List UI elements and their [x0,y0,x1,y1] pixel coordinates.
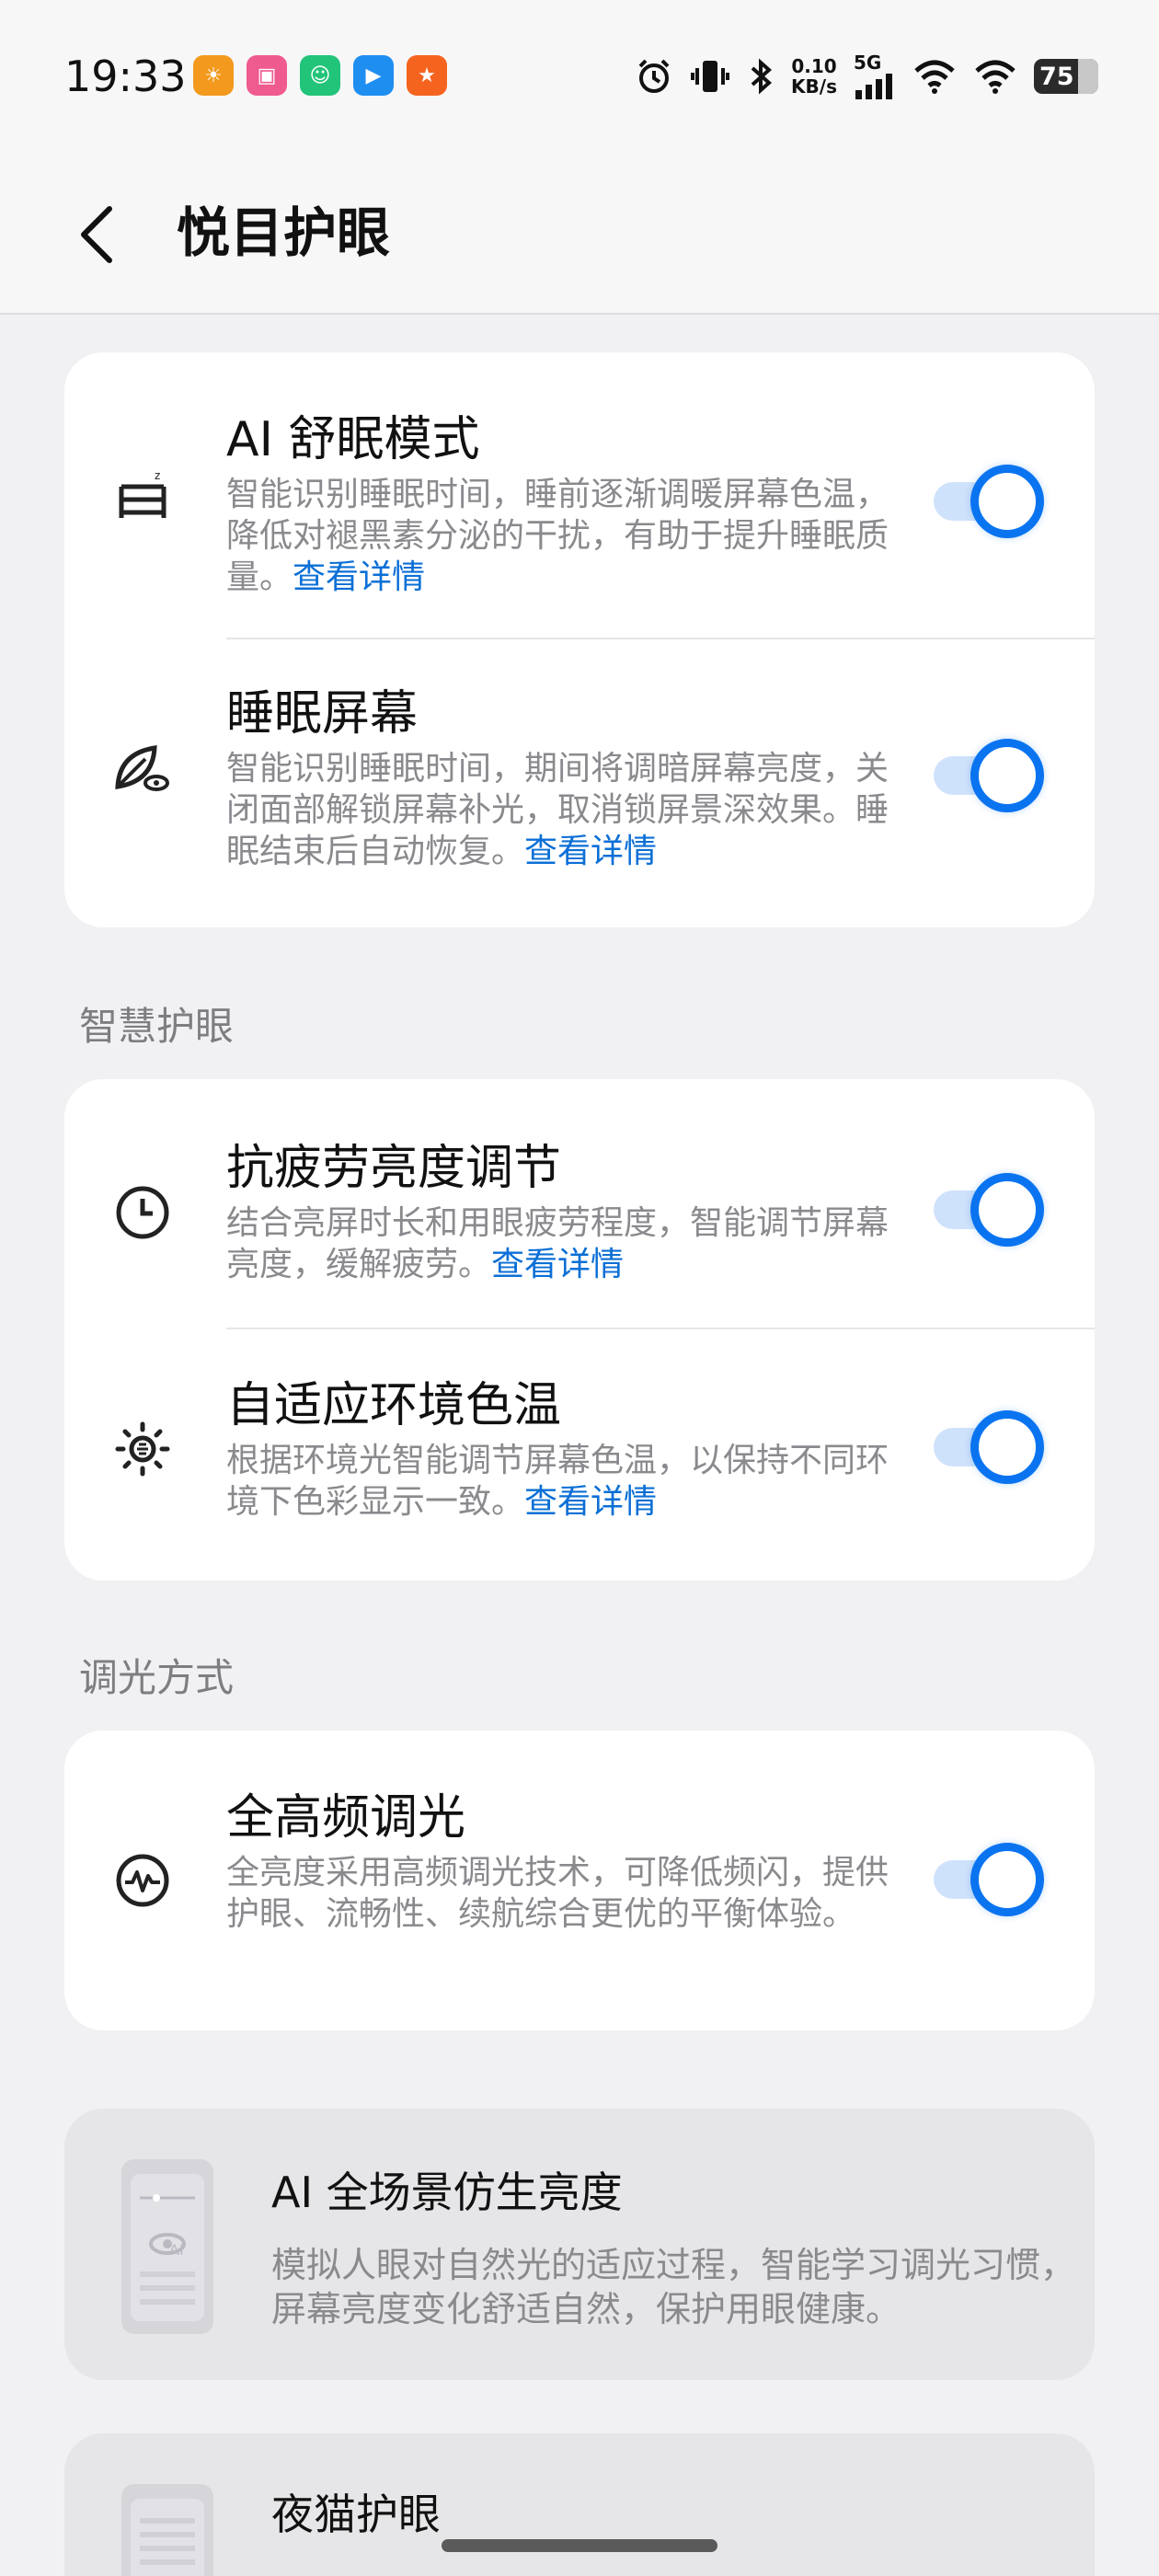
status-time: 19:33 [64,52,187,101]
sleep-screen-title: 睡眠屏幕 [226,686,419,742]
adaptive-color-temp-title: 自适应环境色温 [226,1378,562,1433]
ai-sleep-mode-desc: 智能识别睡眠时间，睡前逐渐调暖屏幕色温，降低对褪黑素分泌的干扰，有助于提升睡眠质… [226,474,907,598]
svg-text:AI: AI [169,2241,184,2259]
ai-sleep-mode-toggle[interactable] [924,465,1044,538]
dimming-method-card: 全高频调光 全亮度采用高频调光技术，可降低频闪，提供护眼、流畅性、续航综合更优的… [64,1731,1095,2030]
ai-sleep-mode-details-link[interactable]: 查看详情 [293,558,425,596]
clock-icon [110,1180,175,1245]
ai-bionic-brightness-card[interactable]: AI AI 全场景仿生亮度 模拟人眼对自然光的适应过程，智能学习调光习惯，屏幕亮… [64,2109,1095,2380]
section-smart-eye-care: 智慧护眼 [79,1004,235,1049]
night-owl-eye-care-card[interactable]: 夜猫护眼 [64,2433,1095,2576]
leaf-eye-icon [110,737,175,801]
bluetooth-icon [751,58,773,95]
high-freq-dimming-row[interactable]: 全高频调光 全亮度采用高频调光技术，可降低频闪，提供护眼、流畅性、续航综合更优的… [64,1731,1095,2030]
wifi-icon [914,60,955,94]
network-type: 5G [854,52,882,74]
ai-sleep-mode-row[interactable]: z AI 舒眠模式 智能识别睡眠时间，睡前逐渐调暖屏幕色温，降低对褪黑素分泌的干… [64,352,1095,638]
chevron-left-icon [81,206,112,263]
anti-fatigue-desc: 结合亮屏时长和用眼疲劳程度，智能调节屏幕亮度，缓解疲劳。查看详情 [226,1202,907,1285]
ai-bionic-brightness-desc: 模拟人眼对自然光的适应过程，智能学习调光习惯，屏幕亮度变化舒适自然，保护用眼健康… [271,2245,1076,2329]
home-indicator[interactable] [442,2539,717,2552]
page-title: 悦目护眼 [177,201,391,264]
net-speed-unit: KB/s [791,75,837,98]
adaptive-color-temp-row[interactable]: 自适应环境色温 根据环境光智能调节屏幕色温，以保持不同环境下色彩显示一致。查看详… [64,1329,1095,1578]
adaptive-color-temp-details-link[interactable]: 查看详情 [524,1483,657,1521]
anti-fatigue-title: 抗疲劳亮度调节 [226,1141,562,1196]
anti-fatigue-toggle[interactable] [924,1173,1044,1247]
adaptive-color-temp-toggle[interactable] [924,1410,1044,1484]
cellular-signal: 5G [854,53,896,99]
pulse-icon [110,1848,175,1913]
anti-fatigue-row[interactable]: 抗疲劳亮度调节 结合亮屏时长和用眼疲劳程度，智能调节屏幕亮度，缓解疲劳。查看详情 [64,1079,1095,1328]
ai-sleep-mode-title: AI 舒眠模式 [226,412,480,467]
blue-app-icon: ▶ [353,55,394,96]
sleep-screen-toggle[interactable] [924,739,1044,812]
adaptive-color-temp-desc: 根据环境光智能调节屏幕色温，以保持不同环境下色彩显示一致。查看详情 [226,1440,907,1523]
status-bar: 19:33 ☀ ▣ ☺ ▶ ★ 0.10 KB/s 5G 75 [0,0,1159,156]
system-icons: 0.10 KB/s 5G 75 [635,53,1098,99]
alarm-icon [638,59,670,93]
battery-level: 75 [1039,62,1074,91]
back-button[interactable] [64,193,129,276]
high-freq-dimming-toggle[interactable] [924,1843,1044,1916]
signal-bars-icon [855,74,892,99]
bed-icon: z [110,463,175,527]
sleep-screen-details-link[interactable]: 查看详情 [524,833,657,870]
svg-text:z: z [155,469,160,482]
sun-icon [110,1417,175,1481]
net-speed: 0.10 KB/s [791,56,837,97]
sleep-settings-card: z AI 舒眠模式 智能识别睡眠时间，睡前逐渐调暖屏幕色温，降低对褪黑素分泌的干… [64,352,1095,927]
app-header: 悦目护眼 [0,156,1159,315]
ai-bionic-brightness-title: AI 全场景仿生亮度 [271,2168,623,2217]
high-freq-dimming-desc: 全亮度采用高频调光技术，可降低频闪，提供护眼、流畅性、续航综合更优的平衡体验。 [226,1854,889,1933]
net-speed-value: 0.10 [791,55,837,77]
section-dimming-method: 调光方式 [79,1655,235,1700]
night-owl-eye-care-title: 夜猫护眼 [271,2490,441,2539]
ai-brightness-illustration: AI [121,2159,213,2334]
orange-figure-icon: ★ [407,55,447,96]
anti-fatigue-details-link[interactable]: 查看详情 [491,1246,624,1283]
smart-eye-care-card: 抗疲劳亮度调节 结合亮屏时长和用眼疲劳程度，智能调节屏幕亮度，缓解疲劳。查看详情… [64,1079,1095,1581]
vibrate-icon [691,61,730,92]
sleep-screen-row[interactable]: 睡眠屏幕 智能识别睡眠时间，期间将调暗屏幕亮度，关闭面部解锁屏幕补光，取消锁屏景… [64,639,1095,925]
notification-app-icons: ☀ ▣ ☺ ▶ ★ [193,55,447,96]
bilibili-icon: ▣ [247,55,287,96]
battery-indicator: 75 [1034,59,1098,94]
green-app-icon: ☺ [300,55,340,96]
wifi-icon-2 [975,60,1016,94]
night-owl-illustration [121,2484,213,2576]
sleep-screen-desc: 智能识别睡眠时间，期间将调暗屏幕亮度，关闭面部解锁屏幕补光，取消锁屏景深效果。睡… [226,748,907,872]
orange-app-icon: ☀ [193,55,234,96]
high-freq-dimming-title: 全高频调光 [226,1790,466,1846]
